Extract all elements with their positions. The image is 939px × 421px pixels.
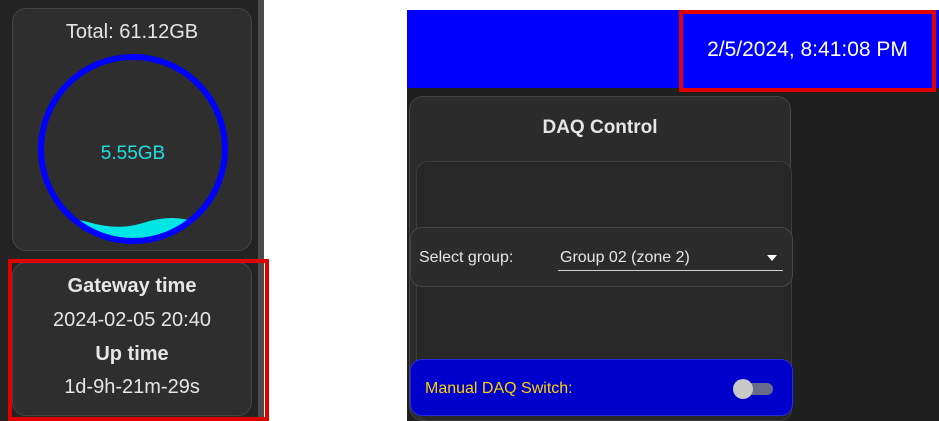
highlight-box-datetime: 2/5/2024, 8:41:08 PM [679, 10, 936, 92]
left-panel: Total: 61.12GB 5.55GB Gateway time 2024-… [0, 0, 270, 421]
storage-total-label: Total: 61.12GB [65, 21, 199, 43]
storage-gauge: 5.55GB [38, 54, 228, 244]
manual-daq-switch-row: Manual DAQ Switch: [410, 359, 793, 416]
select-group-row: Select group: Group 02 (zone 2) [410, 227, 793, 287]
group-select-dropdown[interactable]: Group 02 (zone 2) [558, 241, 783, 271]
select-group-label: Select group: [419, 249, 514, 266]
storage-card: Total: 61.12GB 5.55GB [12, 8, 252, 251]
group-select-value: Group 02 (zone 2) [560, 249, 690, 266]
daq-control-title: DAQ Control [542, 117, 658, 138]
daq-control-card: DAQ Control Select group: Group 02 (zone… [409, 96, 793, 421]
manual-daq-toggle[interactable] [733, 379, 775, 399]
right-panel: 2/5/2024, 8:41:08 PM DAQ Control Select … [407, 10, 939, 421]
highlight-box-gateway-time [8, 259, 269, 421]
storage-used-label: 5.55GB [101, 143, 165, 164]
storage-fill-wave [41, 218, 225, 241]
caret-down-icon [767, 255, 777, 261]
header-datetime: 2/5/2024, 8:41:08 PM [707, 38, 908, 61]
manual-daq-switch-label: Manual DAQ Switch: [425, 380, 573, 397]
toggle-knob [733, 379, 753, 399]
